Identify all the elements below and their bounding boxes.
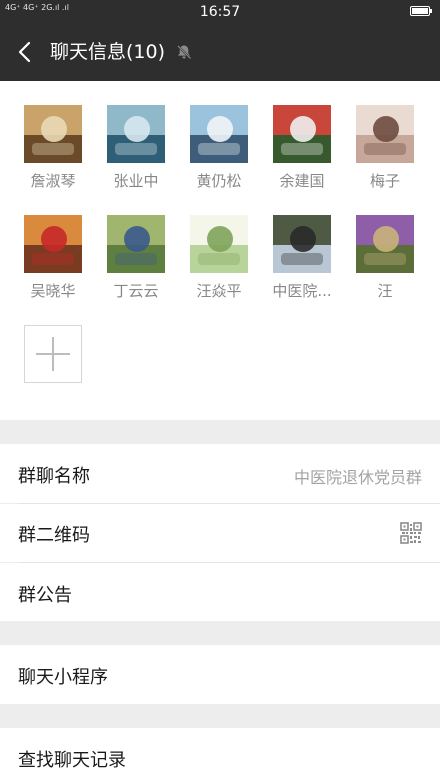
- member-item[interactable]: 黄仍松: [178, 105, 260, 205]
- member-item[interactable]: 丁云云: [95, 215, 177, 315]
- search-history-label: 查找聊天记录: [18, 750, 126, 771]
- mini-programs-label: 聊天小程序: [18, 667, 108, 688]
- group-name-label: 群聊名称: [18, 466, 90, 487]
- avatar: [24, 215, 82, 273]
- battery-icon: [410, 6, 432, 16]
- avatar: [190, 105, 248, 163]
- group-notice-row[interactable]: 群公告: [0, 563, 440, 621]
- avatar: [273, 215, 331, 273]
- add-member-button[interactable]: [24, 325, 82, 383]
- member-name: 丁云云: [113, 282, 159, 300]
- group-qr-row[interactable]: 群二维码: [0, 504, 440, 562]
- member-name: 汪焱平: [196, 282, 242, 300]
- member-item[interactable]: 中医院...: [261, 215, 343, 315]
- avatar: [107, 105, 165, 163]
- group-qr-label: 群二维码: [18, 525, 90, 546]
- member-name: 余建国: [279, 172, 325, 190]
- avatar: [273, 105, 331, 163]
- back-button[interactable]: [10, 37, 40, 67]
- status-bar: 4G⁺ 4G⁺ 2G.ıl .ıl 16:57: [0, 0, 440, 24]
- member-name: 吴晓华: [30, 282, 76, 300]
- member-item[interactable]: 詹淑琴: [12, 105, 94, 205]
- avatar: [356, 105, 414, 163]
- bell-muted-icon: [177, 45, 192, 60]
- group-notice-label: 群公告: [18, 585, 72, 606]
- group-name-row[interactable]: 群聊名称 中医院退休党员群: [0, 444, 440, 503]
- member-name: 梅子: [369, 172, 400, 190]
- page-title: 聊天信息(10): [50, 41, 166, 63]
- avatar: [356, 215, 414, 273]
- member-name: 张业中: [113, 172, 159, 190]
- group-name-value: 中医院退休党员群: [293, 468, 422, 487]
- member-grid: 詹淑琴 张业中 黄仍松 余建国 梅子吴晓华 丁云云 汪焱平 中医院... 汪: [0, 81, 440, 420]
- mini-programs-row[interactable]: 聊天小程序: [0, 645, 440, 704]
- qr-code-icon: [400, 522, 422, 544]
- nav-bar: 聊天信息(10): [0, 24, 440, 81]
- avatar: [107, 215, 165, 273]
- search-history-row[interactable]: 查找聊天记录: [0, 728, 440, 783]
- avatar: [24, 105, 82, 163]
- chevron-left-icon: [18, 41, 31, 63]
- member-item[interactable]: 吴晓华: [12, 215, 94, 315]
- avatar: [190, 215, 248, 273]
- member-name: 黄仍松: [196, 172, 242, 190]
- member-item[interactable]: 汪焱平: [178, 215, 260, 315]
- member-item[interactable]: 余建国: [261, 105, 343, 205]
- plus-icon-stroke: [52, 337, 54, 371]
- member-item[interactable]: 梅子: [344, 105, 426, 205]
- member-name: 詹淑琴: [30, 172, 76, 190]
- status-time: 16:57: [199, 4, 241, 20]
- member-item[interactable]: 汪: [344, 215, 426, 315]
- member-item[interactable]: 张业中: [95, 105, 177, 205]
- member-name: 中医院...: [272, 282, 332, 300]
- member-name: 汪: [377, 282, 393, 300]
